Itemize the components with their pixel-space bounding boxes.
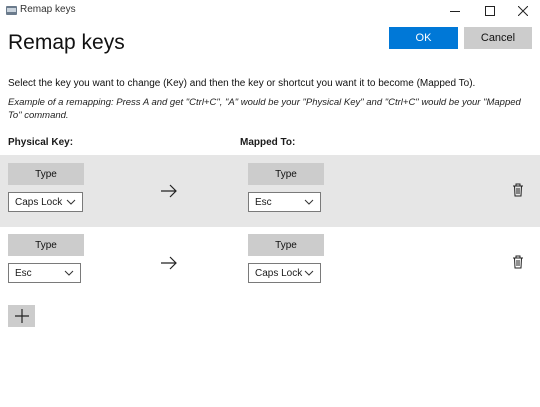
close-icon <box>518 6 528 16</box>
remap-row: Type Esc Type Caps Lock <box>0 227 540 297</box>
trash-icon[interactable] <box>512 255 524 269</box>
minimize-button[interactable] <box>438 0 472 22</box>
app-icon <box>6 6 17 15</box>
example-text: Example of a remapping: Press A and get … <box>8 97 521 121</box>
arrow-right-icon <box>161 256 177 270</box>
physical-type-button[interactable]: Type <box>8 163 84 185</box>
physical-type-button[interactable]: Type <box>8 234 84 256</box>
maximize-icon <box>485 6 495 16</box>
chevron-down-icon <box>304 270 314 276</box>
ok-button[interactable]: OK <box>389 27 458 49</box>
trash-icon[interactable] <box>512 183 524 197</box>
mapped-key-dropdown[interactable]: Caps Lock <box>248 263 321 283</box>
physical-key-dropdown[interactable]: Esc <box>8 263 81 283</box>
title-bar: Remap keys <box>0 0 540 22</box>
chevron-down-icon <box>66 199 76 205</box>
plus-icon <box>14 309 29 323</box>
mapped-type-button[interactable]: Type <box>248 234 324 256</box>
window-title: Remap keys <box>20 4 76 15</box>
physical-key-value: Esc <box>15 267 32 279</box>
chevron-down-icon <box>64 270 74 276</box>
arrow-right-icon <box>161 184 177 198</box>
remap-row: Type Caps Lock Type Esc <box>0 155 540 227</box>
cancel-button[interactable]: Cancel <box>464 27 532 49</box>
mapped-key-value: Caps Lock <box>255 267 303 279</box>
physical-key-dropdown[interactable]: Caps Lock <box>8 192 83 212</box>
instructions-text: Select the key you want to change (Key) … <box>8 78 476 89</box>
mapped-type-button[interactable]: Type <box>248 163 324 185</box>
close-button[interactable] <box>506 0 540 22</box>
page-title: Remap keys <box>8 31 125 54</box>
mapped-key-value: Esc <box>255 196 272 208</box>
mapped-key-dropdown[interactable]: Esc <box>248 192 321 212</box>
physical-key-header: Physical Key: <box>8 137 74 148</box>
mapped-to-header: Mapped To: <box>240 137 296 148</box>
minimize-icon <box>450 10 460 12</box>
physical-key-value: Caps Lock <box>15 196 63 208</box>
add-remap-button[interactable] <box>8 305 35 327</box>
maximize-button[interactable] <box>473 0 507 22</box>
chevron-down-icon <box>304 199 314 205</box>
